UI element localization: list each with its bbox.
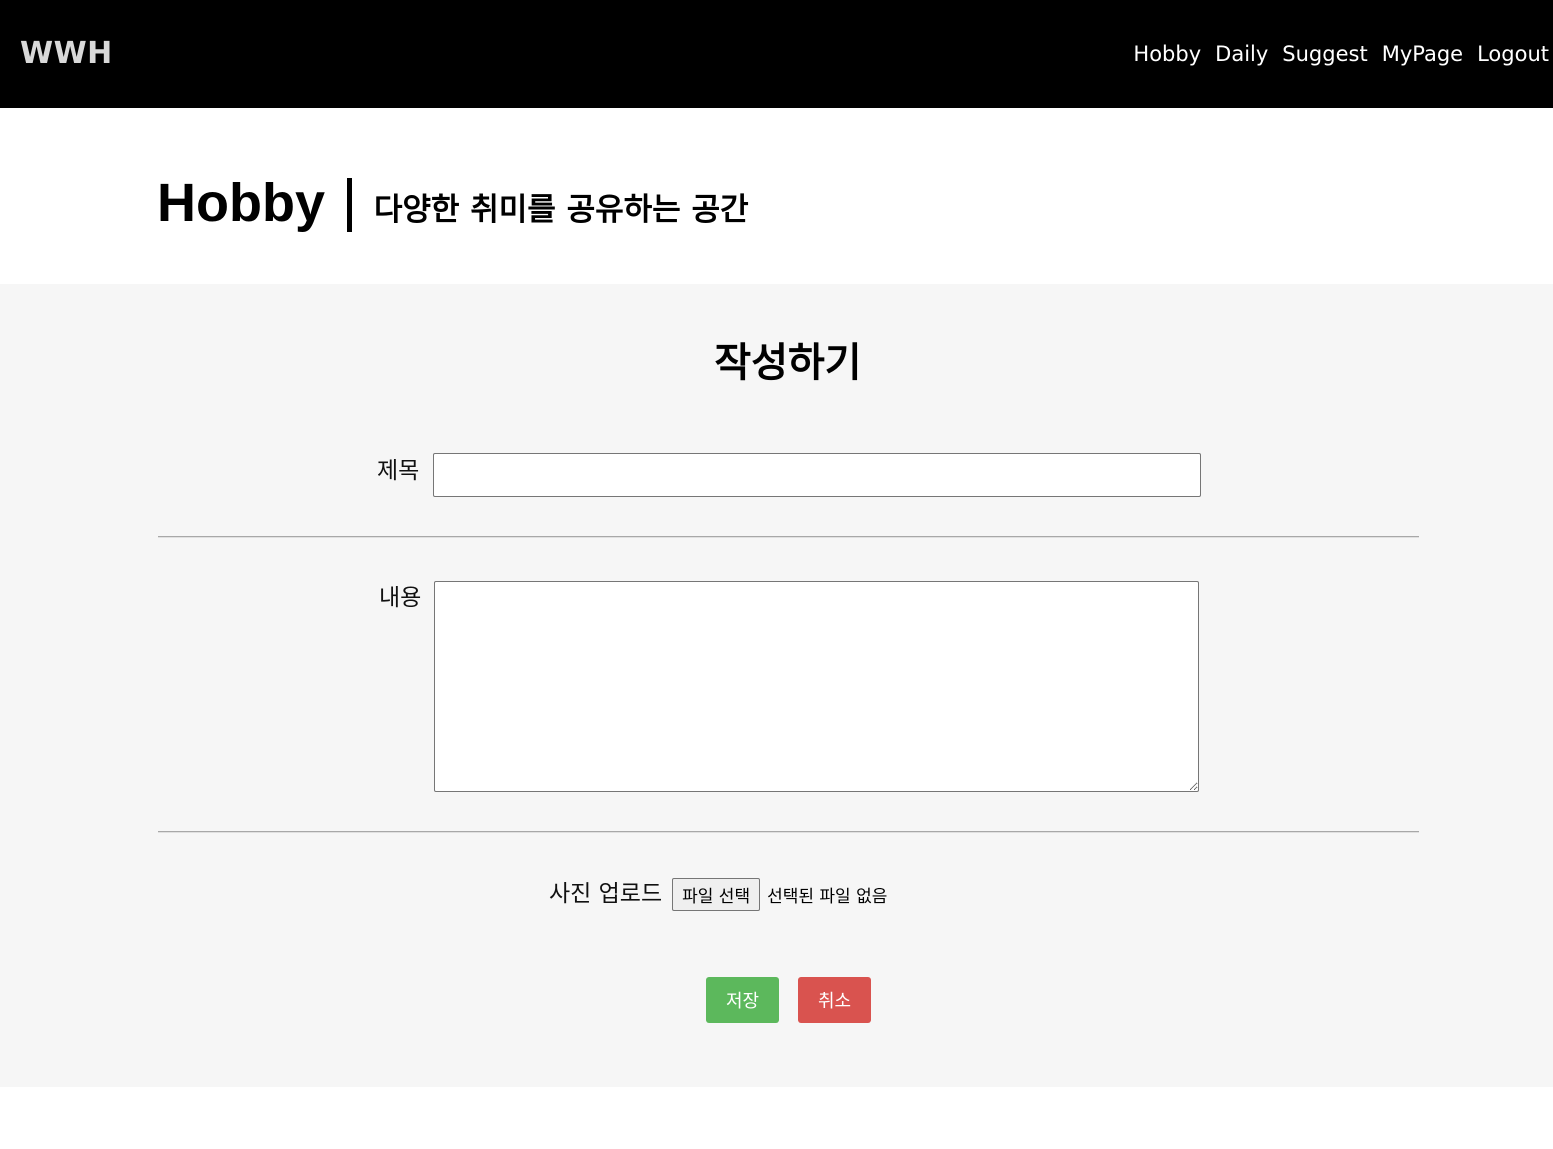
nav-item-mypage[interactable]: MyPage: [1382, 38, 1463, 70]
photo-upload-label: 사진 업로드: [549, 881, 663, 907]
title-input[interactable]: [433, 453, 1201, 497]
nav-item-logout[interactable]: Logout: [1477, 38, 1549, 70]
cancel-button[interactable]: 취소: [798, 977, 871, 1023]
nav-item-hobby[interactable]: Hobby: [1133, 38, 1201, 70]
file-select-button[interactable]: 파일 선택: [672, 877, 761, 911]
divider-1: [158, 536, 1419, 538]
form-heading: 작성하기: [714, 340, 862, 386]
nav-item-daily[interactable]: Daily: [1215, 38, 1268, 70]
page-header: Hobby 다양한 취미를 공유하는 공간: [157, 168, 749, 238]
title-label: 제목: [377, 458, 420, 484]
write-form-section: 작성하기 제목 내용 사진 업로드 파일 선택 선택된 파일 없음 저장 취소: [0, 284, 1553, 1087]
nav-item-suggest[interactable]: Suggest: [1282, 38, 1367, 70]
page-title: Hobby: [157, 173, 325, 233]
page-subtitle: 다양한 취미를 공유하는 공간: [374, 192, 749, 228]
content-textarea[interactable]: [434, 581, 1199, 792]
title-divider: [347, 178, 352, 232]
top-navbar: WWH Hobby Daily Suggest MyPage Logout: [0, 0, 1553, 108]
divider-2: [158, 831, 1419, 833]
nav-links: Hobby Daily Suggest MyPage Logout: [1119, 38, 1549, 70]
content-label: 내용: [379, 585, 422, 611]
file-status-text: 선택된 파일 없음: [767, 886, 888, 907]
brand-logo[interactable]: WWH: [20, 36, 113, 72]
save-button[interactable]: 저장: [706, 977, 779, 1023]
photo-upload-row: 사진 업로드 파일 선택 선택된 파일 없음: [549, 876, 887, 912]
